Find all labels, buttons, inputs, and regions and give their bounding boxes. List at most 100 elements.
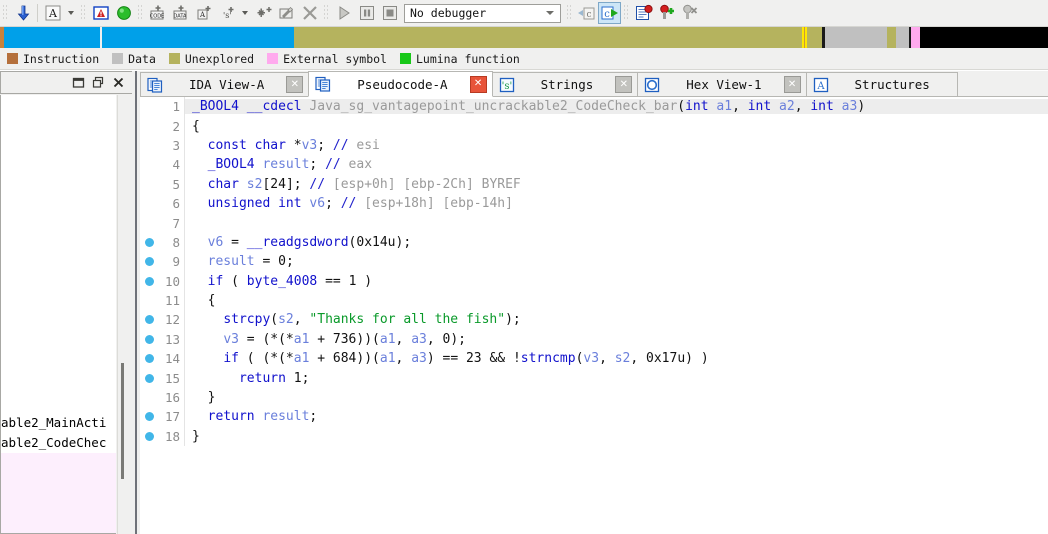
legend-swatch (168, 53, 180, 64)
nav-segment[interactable] (887, 27, 896, 48)
nav-segment[interactable] (920, 27, 1048, 48)
tab-hex-view-1[interactable]: Hex View-1 ✕ (637, 72, 807, 97)
code-line[interactable]: 7 (140, 213, 1048, 233)
functions-list-scrollbar[interactable] (117, 95, 132, 534)
nav-segment[interactable] (294, 27, 822, 48)
line-number: 10 (164, 273, 180, 289)
toolbar-grip[interactable] (80, 4, 87, 22)
code-line[interactable]: 10 if ( byte_4008 == 1 ) (140, 271, 1048, 291)
code-line[interactable]: 4 _BOOL4 result; // eax (140, 155, 1048, 175)
code-text: char s2[24]; // [esp+0h] [ebp-2Ch] BYREF (207, 176, 521, 192)
code-line[interactable]: 3 const char *v3; // esi (140, 135, 1048, 156)
code-line[interactable]: 11 { (140, 290, 1048, 311)
tab-structures[interactable]: A Structures (805, 72, 958, 97)
line-number: 12 (164, 312, 180, 328)
decompile-run-icon[interactable]: c (598, 2, 621, 24)
green-circle-icon[interactable] (112, 2, 135, 24)
code-line[interactable]: 14 if ( (*(*a1 + 684))(a1, a3) == 23 && … (140, 349, 1048, 369)
run-icon[interactable] (332, 2, 355, 24)
jump-down-icon[interactable] (11, 2, 34, 24)
line-number: 4 (172, 157, 180, 173)
breakpoint-marker[interactable] (140, 431, 158, 441)
code-text: { (192, 118, 200, 134)
code-line[interactable]: 2{ (140, 116, 1048, 136)
make-code-icon[interactable]: CODE (146, 2, 169, 24)
nav-segment[interactable] (896, 27, 909, 48)
tab-close-icon[interactable]: ✕ (469, 75, 487, 93)
toolbar-grip[interactable] (566, 4, 573, 22)
code-line[interactable]: 12 strcpy(s2, "Thanks for all the fish")… (140, 310, 1048, 330)
tab-close-icon[interactable]: ✕ (286, 76, 304, 93)
code-line[interactable]: 15 return 1; (140, 368, 1048, 388)
make-array-icon[interactable]: A (192, 2, 215, 24)
navigation-band[interactable] (0, 27, 1048, 48)
nav-segment[interactable] (102, 27, 294, 48)
restore-button[interactable] (70, 74, 87, 91)
add-breakpoint-icon[interactable] (655, 2, 678, 24)
font-dropdown-icon[interactable] (64, 2, 78, 24)
warning-icon[interactable] (89, 2, 112, 24)
code-line[interactable]: 17 return result; (140, 407, 1048, 427)
breakpoint-list-icon[interactable] (632, 2, 655, 24)
make-data-icon[interactable]: DATA (169, 2, 192, 24)
make-string-icon[interactable]: 's' (215, 2, 238, 24)
stop-icon[interactable] (378, 2, 401, 24)
nav-segment[interactable] (911, 27, 920, 48)
code-line[interactable]: 8 v6 = __readgsdword(0x14u); (140, 232, 1048, 253)
pause-icon[interactable] (355, 2, 378, 24)
breakpoint-marker[interactable] (140, 237, 158, 247)
nav-segment[interactable] (4, 27, 100, 48)
legend-item: Data (112, 52, 156, 66)
font-icon[interactable]: A (41, 2, 64, 24)
toolbar-grip[interactable] (623, 4, 630, 22)
close-button[interactable] (110, 74, 127, 91)
panel-titlebar (0, 71, 132, 94)
code-line[interactable]: 16 } (140, 387, 1048, 408)
tab-pseudocode-a[interactable]: Pseudocode-A ✕ (308, 71, 493, 97)
breakpoint-marker[interactable] (140, 412, 158, 422)
make-string-dropdown-icon[interactable] (238, 2, 252, 24)
breakpoint-marker[interactable] (140, 354, 158, 364)
code-text: v3 = (*(*a1 + 736))(a1, a3, 0); (223, 331, 466, 347)
functions-list[interactable]: able2_MainActi able2_CodeChec (0, 95, 116, 534)
delete-breakpoint-icon[interactable] (678, 2, 701, 24)
code-line[interactable]: 18} (140, 426, 1048, 447)
legend-label: Unexplored (184, 51, 255, 66)
ida-pro-window: A CODE DATA A 's' No debugger c c Instru… (0, 0, 1048, 534)
line-number: 2 (172, 118, 180, 134)
scrollbar-thumb[interactable] (121, 363, 124, 479)
tab-strings[interactable]: 's' Strings ✕ (491, 72, 639, 97)
make-struct-icon[interactable] (252, 2, 275, 24)
svg-text:'s': 's' (501, 81, 512, 92)
code-text: _BOOL4 result; // eax (207, 157, 373, 173)
panel-splitter[interactable] (132, 71, 140, 534)
tab-close-icon[interactable]: ✕ (615, 76, 633, 93)
breakpoint-marker[interactable] (140, 373, 158, 383)
toolbar-grip[interactable] (323, 4, 330, 22)
rename-icon[interactable] (275, 2, 298, 24)
tab-close-icon[interactable]: ✕ (783, 76, 801, 93)
pseudocode-view[interactable]: 1 _BOOL4 __cdecl Java_sg_vantagepoint_unc… (140, 96, 1048, 534)
tab-ida-view-a[interactable]: IDA View-A ✕ (140, 72, 310, 97)
undefine-icon[interactable] (298, 2, 321, 24)
breakpoint-marker[interactable] (140, 257, 158, 267)
nav-segment[interactable] (825, 27, 887, 48)
function-list-item[interactable]: able2_MainActi (1, 413, 116, 433)
code-line[interactable]: 6 unsigned int v6; // [esp+18h] [ebp-14h… (140, 193, 1048, 214)
code-line[interactable]: 1 _BOOL4 __cdecl Java_sg_vantagepoint_unc… (140, 97, 1048, 117)
breakpoint-marker[interactable] (140, 276, 158, 286)
maximize-button[interactable] (90, 74, 107, 91)
view-tab-bar: IDA View-A ✕ Pseudocode-A ✕'s' Strings ✕ Hex V… (140, 71, 1048, 97)
legend-swatch (399, 53, 411, 64)
toolbar-grip[interactable] (2, 4, 9, 22)
breakpoint-marker[interactable] (140, 315, 158, 325)
debugger-select[interactable]: No debugger (404, 3, 561, 23)
code-line[interactable]: 9 result = 0; (140, 252, 1048, 272)
breakpoint-marker[interactable] (140, 334, 158, 344)
code-line[interactable]: 5 char s2[24]; // [esp+0h] [ebp-2Ch] BYR… (140, 174, 1048, 194)
legend-item: Instruction (7, 52, 99, 66)
decompile-icon[interactable]: c (575, 2, 598, 24)
function-list-item[interactable]: able2_CodeChec (1, 433, 116, 453)
code-line[interactable]: 13 v3 = (*(*a1 + 736))(a1, a3, 0); (140, 329, 1048, 350)
toolbar-grip[interactable] (137, 4, 144, 22)
